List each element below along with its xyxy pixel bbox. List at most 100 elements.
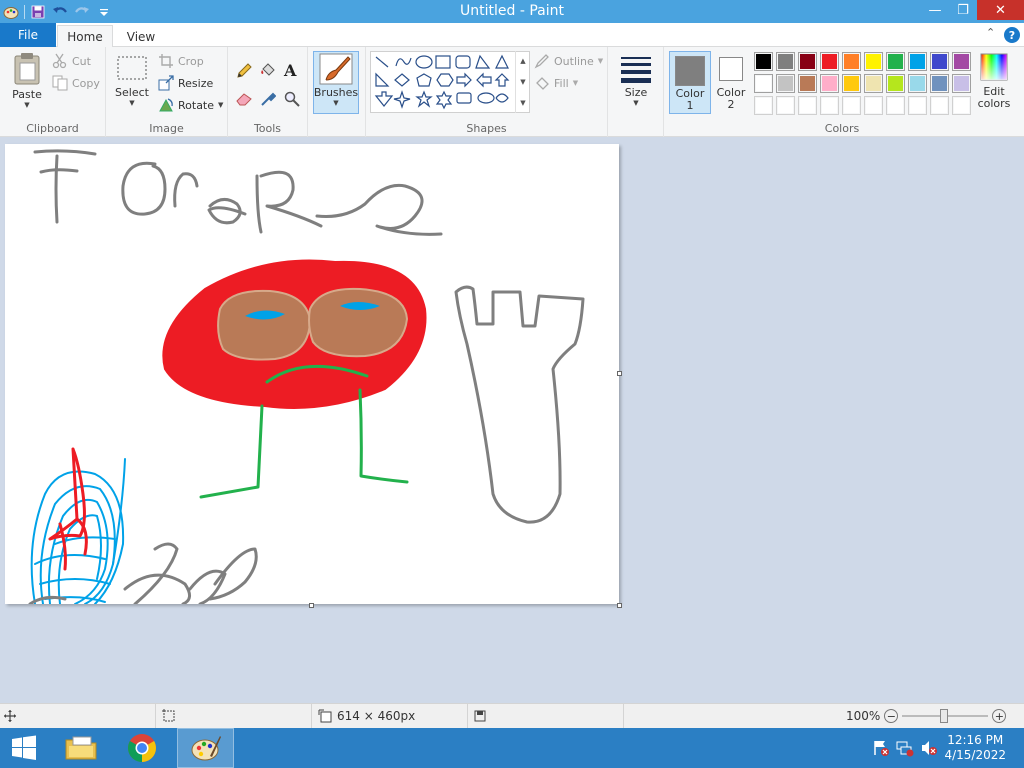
palette-color-fill xyxy=(822,98,837,113)
scroll-up-icon[interactable]: ▲ xyxy=(520,57,525,65)
palette-color-swatch[interactable] xyxy=(886,96,905,115)
customize-qat-icon[interactable] xyxy=(95,3,113,21)
cut-button[interactable]: Cut xyxy=(52,51,91,71)
palette-color-swatch[interactable] xyxy=(930,96,949,115)
minimize-button[interactable]: — xyxy=(921,0,949,20)
zoom-slider[interactable] xyxy=(902,709,989,723)
resize-button[interactable]: Resize xyxy=(158,73,213,93)
pencil-icon[interactable] xyxy=(236,63,252,79)
palette-color-swatch[interactable] xyxy=(776,74,795,93)
palette-color-swatch[interactable] xyxy=(776,52,795,71)
paste-dropdown-icon[interactable]: ▼ xyxy=(24,101,29,109)
zoom-slider-thumb[interactable] xyxy=(940,709,949,723)
gallery-expand-icon[interactable]: ▼ xyxy=(520,99,525,107)
fill-bucket-icon[interactable] xyxy=(260,61,276,77)
save-icon[interactable] xyxy=(29,3,47,21)
canvas-size-text: 614 × 460px xyxy=(337,709,416,723)
copy-icon xyxy=(52,75,68,91)
shapes-scroll[interactable]: ▲ ▼ ▼ xyxy=(515,51,530,113)
brushes-group: Brushes ▼ xyxy=(308,47,366,137)
fill-button[interactable]: Fill ▼ xyxy=(534,73,578,93)
color1-button[interactable]: Color 1 xyxy=(669,51,711,114)
copy-button[interactable]: Copy xyxy=(52,73,100,93)
palette-color-swatch[interactable] xyxy=(864,96,883,115)
clock[interactable]: 12:16 PM 4/15/2022 xyxy=(944,733,1006,763)
palette-color-swatch[interactable] xyxy=(820,74,839,93)
palette-color-swatch[interactable] xyxy=(908,52,927,71)
edit-colors-button[interactable]: Edit colors xyxy=(974,53,1014,110)
tab-home[interactable]: Home xyxy=(57,25,113,48)
eraser-icon[interactable] xyxy=(236,91,252,107)
fill-dropdown-icon[interactable]: ▼ xyxy=(573,79,578,87)
resize-handle-right[interactable] xyxy=(617,371,622,376)
outline-dropdown-icon[interactable]: ▼ xyxy=(598,57,603,65)
palette-color-swatch[interactable] xyxy=(776,96,795,115)
rotate-icon xyxy=(159,98,173,112)
palette-color-swatch[interactable] xyxy=(930,52,949,71)
palette-color-swatch[interactable] xyxy=(842,96,861,115)
palette-color-swatch[interactable] xyxy=(820,52,839,71)
palette-color-swatch[interactable] xyxy=(908,74,927,93)
zoom-segment: 100% − + xyxy=(836,704,1024,728)
palette-color-swatch[interactable] xyxy=(754,52,773,71)
action-center-flag-icon[interactable] xyxy=(872,739,890,757)
text-tool-icon[interactable]: A xyxy=(284,61,296,80)
start-button[interactable] xyxy=(0,728,48,768)
palette-color-swatch[interactable] xyxy=(842,74,861,93)
restore-button[interactable]: ❐ xyxy=(949,0,977,20)
palette-color-swatch[interactable] xyxy=(930,74,949,93)
select-rectangle-icon xyxy=(117,56,147,80)
palette-color-swatch[interactable] xyxy=(952,74,971,93)
color2-button[interactable]: Color 2 xyxy=(712,51,750,114)
taskbar-paint[interactable] xyxy=(177,728,234,768)
close-button[interactable]: ✕ xyxy=(977,0,1024,20)
paint-app-icon[interactable] xyxy=(2,3,20,21)
undo-icon[interactable] xyxy=(51,3,69,21)
palette-color-swatch[interactable] xyxy=(952,52,971,71)
zoom-in-button[interactable]: + xyxy=(992,709,1007,723)
size-dropdown-icon[interactable]: ▼ xyxy=(633,99,638,107)
magnifier-icon[interactable] xyxy=(284,91,300,107)
help-icon[interactable]: ? xyxy=(1004,27,1020,43)
palette-color-swatch[interactable] xyxy=(886,74,905,93)
palette-color-swatch[interactable] xyxy=(952,96,971,115)
outline-button[interactable]: Outline ▼ xyxy=(534,51,603,71)
network-icon[interactable] xyxy=(896,739,914,757)
taskbar-file-explorer[interactable] xyxy=(57,728,105,768)
resize-handle-corner[interactable] xyxy=(617,603,622,608)
taskbar-chrome[interactable] xyxy=(118,728,166,768)
palette-color-swatch[interactable] xyxy=(798,74,817,93)
select-dropdown-icon[interactable]: ▼ xyxy=(129,99,134,107)
brushes-button[interactable]: Brushes ▼ xyxy=(313,51,359,114)
zoom-out-button[interactable]: − xyxy=(884,709,899,723)
palette-color-swatch[interactable] xyxy=(842,52,861,71)
rotate-dropdown-icon[interactable]: ▼ xyxy=(218,101,223,109)
palette-color-swatch[interactable] xyxy=(798,52,817,71)
redo-icon[interactable] xyxy=(73,3,91,21)
palette-color-swatch[interactable] xyxy=(754,74,773,93)
brushes-dropdown-icon[interactable]: ▼ xyxy=(333,99,338,107)
palette-color-swatch[interactable] xyxy=(820,96,839,115)
windows-logo-icon xyxy=(12,735,36,760)
select-button[interactable]: Select ▼ xyxy=(114,55,150,107)
scroll-down-icon[interactable]: ▼ xyxy=(520,78,525,86)
palette-color-swatch[interactable] xyxy=(864,52,883,71)
color-picker-icon[interactable] xyxy=(260,91,276,107)
title-bar: Untitled - Paint — ❐ ✕ xyxy=(0,0,1024,23)
volume-muted-icon[interactable] xyxy=(920,739,938,757)
paste-button[interactable]: Paste ▼ xyxy=(8,52,46,109)
tab-file[interactable]: File xyxy=(0,23,56,47)
palette-color-swatch[interactable] xyxy=(798,96,817,115)
drawing-canvas[interactable] xyxy=(5,144,619,604)
palette-color-swatch[interactable] xyxy=(754,96,773,115)
crop-button[interactable]: Crop xyxy=(158,51,204,71)
collapse-ribbon-icon[interactable]: ⌃ xyxy=(986,26,995,39)
rotate-button[interactable]: Rotate ▼ xyxy=(158,95,223,115)
palette-color-swatch[interactable] xyxy=(908,96,927,115)
resize-handle-bottom[interactable] xyxy=(309,603,314,608)
size-button[interactable]: Size ▼ xyxy=(616,55,656,107)
tab-view[interactable]: View xyxy=(114,25,168,48)
palette-color-swatch[interactable] xyxy=(886,52,905,71)
palette-color-swatch[interactable] xyxy=(864,74,883,93)
selection-size-icon xyxy=(162,709,175,722)
